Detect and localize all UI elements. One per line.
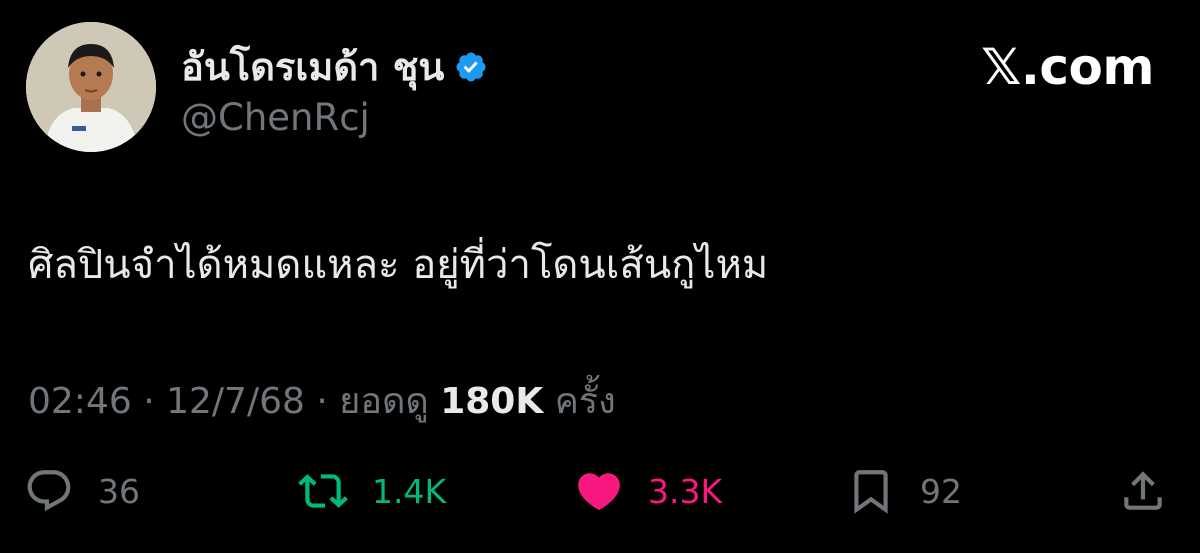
display-name[interactable]: อันโดรเมด้า ชุน	[181, 36, 488, 97]
display-name-text: อันโดรเมด้า ชุน	[181, 45, 445, 89]
like-count: 3.3K	[648, 471, 723, 511]
like-icon	[578, 473, 620, 511]
share-icon	[1124, 471, 1162, 510]
reply-icon	[27, 470, 71, 512]
reply-button[interactable]: 36	[24, 465, 140, 517]
bookmark-button[interactable]: 92	[846, 465, 962, 517]
action-bar: 36 1.4K 3.3K 92	[0, 465, 1200, 517]
tweet-time[interactable]: 02:46	[28, 381, 132, 422]
handle[interactable]: @ChenRcj	[181, 96, 370, 139]
like-button[interactable]: 3.3K	[574, 465, 722, 517]
avatar[interactable]	[26, 22, 156, 152]
bookmark-icon	[854, 470, 888, 514]
meta-separator: ·	[143, 381, 155, 422]
repost-count: 1.4K	[372, 471, 447, 511]
views-count: 180K	[440, 381, 544, 422]
meta-separator: ·	[316, 381, 328, 422]
tweet-text: ศิลปินจำได้หมดแหละ อยู่ที่ว่าโดนเส้นกูไห…	[28, 242, 769, 288]
repost-icon	[298, 474, 348, 508]
share-button[interactable]	[1118, 465, 1168, 517]
repost-button[interactable]: 1.4K	[298, 465, 446, 517]
views-label: ยอดดู	[339, 381, 429, 422]
bookmark-count: 92	[920, 471, 962, 511]
verified-badge-icon	[456, 51, 486, 82]
tweet-date[interactable]: 12/7/68	[166, 381, 305, 422]
reply-count: 36	[98, 471, 140, 511]
brand-logo: 𝕏.com	[981, 38, 1154, 96]
tweet-meta: 02:46 · 12/7/68 · ยอดดู 180K ครั้ง	[28, 372, 616, 429]
views-suffix: ครั้ง	[554, 381, 616, 422]
